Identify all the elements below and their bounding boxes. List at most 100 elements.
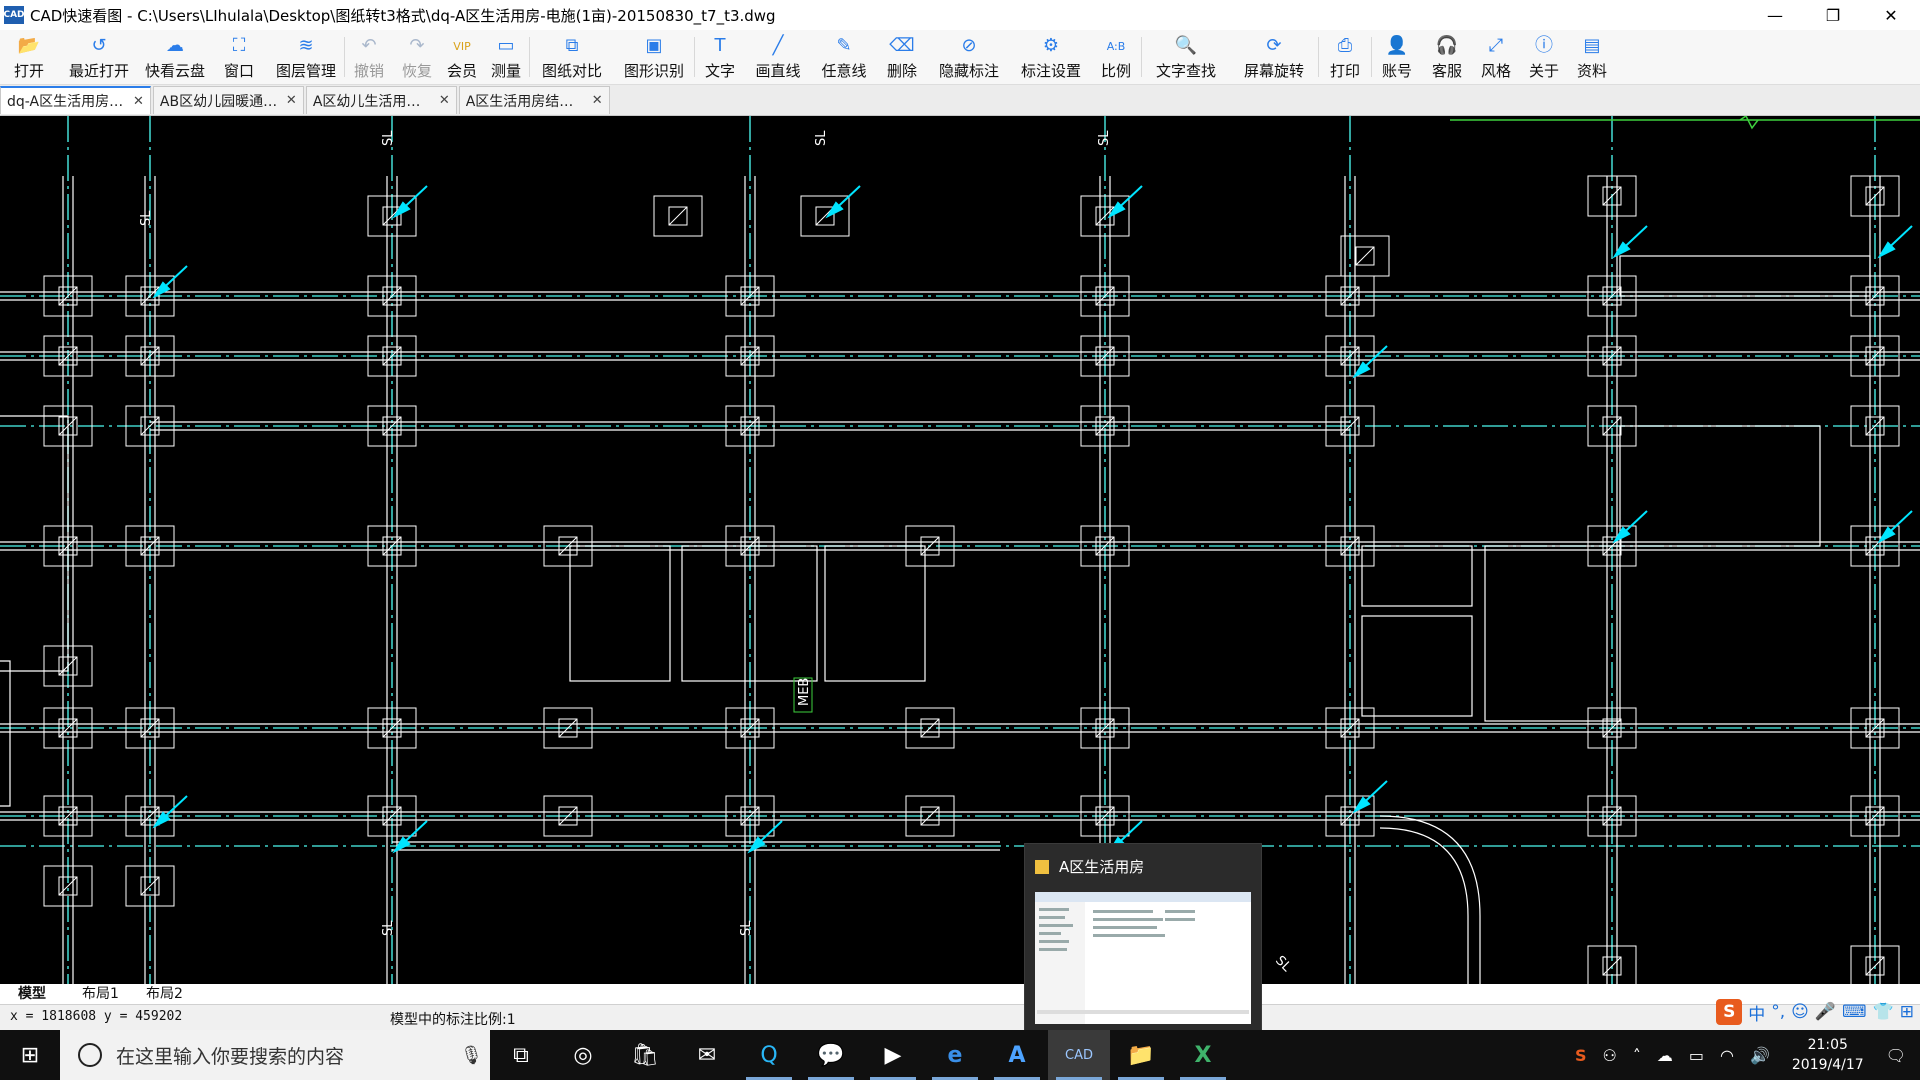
minimize-button[interactable]: — xyxy=(1746,0,1804,30)
toolbar-button-history[interactable]: ↺ 最近打开 xyxy=(58,30,140,84)
clock-date: 2019/4/17 xyxy=(1791,1057,1864,1073)
toolbar-button-vip[interactable]: VIP 会员 xyxy=(441,30,483,84)
browser-icon[interactable]: ◎ xyxy=(552,1030,614,1080)
cad-app-icon[interactable]: CAD xyxy=(1048,1030,1110,1080)
toolbar-button-cloud[interactable]: ☁ 快看云盘 xyxy=(140,30,210,84)
microphone-icon[interactable]: 🎙 xyxy=(460,1045,490,1066)
ime-item[interactable]: ⌨ xyxy=(1842,1002,1867,1022)
ime-item[interactable]: ☺ xyxy=(1791,1002,1809,1022)
volume-icon[interactable]: 🔊 xyxy=(1742,1046,1778,1065)
drawing-label: SL xyxy=(814,130,829,146)
toolbar-button-label: 打开 xyxy=(13,62,44,80)
restore-button[interactable]: ❐ xyxy=(1804,0,1862,30)
toolbar-button-headset[interactable]: 🎧 客服 xyxy=(1422,30,1472,84)
curved-wall xyxy=(1379,815,1481,984)
pencil-icon: ✎ xyxy=(836,35,852,56)
ime-item[interactable]: S xyxy=(1716,999,1743,1025)
toolbar-button-ruler[interactable]: ▭ 测量 xyxy=(483,30,529,84)
close-tab-icon[interactable]: ✕ xyxy=(133,94,144,109)
redo-icon: ↷ xyxy=(409,35,425,56)
toolbar-button-label: 账号 xyxy=(1381,62,1412,80)
toolbar-button-documents[interactable]: ▤ 资料 xyxy=(1568,30,1616,84)
toolbar-button-text[interactable]: T 文字 xyxy=(695,30,745,84)
toolbar-button-label: 标注设置 xyxy=(1020,62,1081,80)
close-button[interactable]: ✕ xyxy=(1862,0,1920,30)
mail-icon[interactable]: ✉ xyxy=(676,1030,738,1080)
toolbar-button-compare[interactable]: ⧉ 图纸对比 xyxy=(530,30,614,84)
toolbar-button-user[interactable]: 👤 账号 xyxy=(1372,30,1422,84)
toolbar-button-hide-annotation[interactable]: ⊘ 隐藏标注 xyxy=(927,30,1011,84)
toolbar-button-layers[interactable]: ≋ 图层管理 xyxy=(268,30,344,84)
toolbar-button-folder-open[interactable]: 📂 打开 xyxy=(0,30,58,84)
toolbar-button-style[interactable]: ⤢ 风格 xyxy=(1472,30,1520,84)
close-tab-icon[interactable]: ✕ xyxy=(439,93,450,108)
chevron-up-icon[interactable]: ˄ xyxy=(1625,1046,1649,1065)
document-tab[interactable]: A区幼儿生活用… ✕ xyxy=(305,86,457,114)
toolbar-button-line[interactable]: ╱ 画直线 xyxy=(745,30,811,84)
people-icon[interactable]: ⚇ xyxy=(1595,1046,1625,1065)
close-tab-icon[interactable]: ✕ xyxy=(592,93,603,108)
ime-item[interactable]: 中 xyxy=(1748,1000,1765,1025)
excel-icon[interactable]: X xyxy=(1172,1030,1234,1080)
a-app-icon[interactable]: A xyxy=(986,1030,1048,1080)
notification-icon[interactable]: 🗨 xyxy=(1878,1046,1920,1065)
toolbar-button-text-search[interactable]: 🔍 文字查找 xyxy=(1142,30,1230,84)
line-icon: ╱ xyxy=(772,35,784,56)
ruler-icon: ▭ xyxy=(497,35,515,56)
ime-item[interactable]: °, xyxy=(1771,1002,1785,1022)
document-tab[interactable]: dq-A区生活用房… ✕ xyxy=(0,86,151,114)
cad-drawing[interactable]: SL SL SL SL SL SL MEB SL xyxy=(0,116,1920,984)
layers-icon: ≋ xyxy=(298,35,314,56)
toolbar-button-window[interactable]: ⛶ 窗口 xyxy=(210,30,268,84)
cursor-coordinates: x = 1818608 y = 459202 xyxy=(10,1009,183,1024)
toolbar-button-undo[interactable]: ↶ 撤销 xyxy=(345,30,393,84)
layout-tab[interactable]: 布局1 xyxy=(72,984,129,1004)
store-icon[interactable]: 🛍 xyxy=(614,1030,676,1080)
headset-icon: 🎧 xyxy=(1435,35,1459,56)
preview-thumbnail[interactable] xyxy=(1035,892,1251,1024)
document-tab[interactable]: AB区幼儿园暖通… ✕ xyxy=(152,86,304,114)
sogou-tray-icon[interactable]: S xyxy=(1567,1046,1595,1065)
ime-item[interactable]: 👕 xyxy=(1873,1002,1894,1022)
wechat-icon[interactable]: 💬 xyxy=(800,1030,862,1080)
close-tab-icon[interactable]: ✕ xyxy=(286,93,297,108)
toolbar-button-label: 风格 xyxy=(1480,62,1511,80)
battery-icon[interactable]: ▭ xyxy=(1681,1046,1712,1065)
toolbar-button-info[interactable]: ⓘ 关于 xyxy=(1520,30,1568,84)
vip-icon: VIP xyxy=(453,39,471,53)
toolbar-button-annotation-settings[interactable]: ⚙ 标注设置 xyxy=(1011,30,1091,84)
printer-icon: ⎙ xyxy=(1337,35,1353,56)
annotation-settings-icon: ⚙ xyxy=(1042,35,1060,56)
drawing-label: SL xyxy=(1097,130,1112,146)
toolbar-button-pencil[interactable]: ✎ 任意线 xyxy=(811,30,877,84)
document-tab[interactable]: A区生活用房结… ✕ xyxy=(458,86,610,114)
toolbar-button-eraser[interactable]: ⌫ 删除 xyxy=(877,30,927,84)
layout-tab[interactable]: 模型 xyxy=(8,984,56,1004)
taskbar-thumbnail-preview[interactable]: A区生活用房 xyxy=(1024,843,1262,1033)
toolbar-button-label: 文字 xyxy=(704,62,735,80)
toolbar-button-label: 资料 xyxy=(1576,62,1607,80)
toolbar-button-label: 关于 xyxy=(1528,62,1559,80)
toolbar-button-printer[interactable]: ⎙ 打印 xyxy=(1319,30,1371,84)
layout-tab[interactable]: 布局2 xyxy=(136,984,193,1004)
toolbar-button-scale[interactable]: A:B 比例 xyxy=(1091,30,1141,84)
ime-item[interactable]: 🎤 xyxy=(1815,1002,1836,1022)
qq-icon[interactable]: Q xyxy=(738,1030,800,1080)
toolbar-button-label: 文字查找 xyxy=(1155,62,1216,80)
toolbar-button-rotate-screen[interactable]: ⟳ 屏幕旋转 xyxy=(1230,30,1318,84)
ime-item[interactable]: ⊞ xyxy=(1900,1002,1914,1022)
iqiyi-icon[interactable]: ▶ xyxy=(862,1030,924,1080)
drawing-canvas[interactable]: SL SL SL SL SL SL MEB SL xyxy=(0,116,1920,984)
taskbar-search-box[interactable]: 在这里输入你要搜索的内容 🎙 xyxy=(60,1030,490,1080)
wifi-icon[interactable]: ◠ xyxy=(1712,1046,1742,1065)
edge-icon[interactable]: e xyxy=(924,1030,986,1080)
start-button[interactable]: ⊞ xyxy=(0,1030,60,1080)
toolbar-button-label: 最近打开 xyxy=(68,62,129,80)
task-view-icon[interactable]: ⧉ xyxy=(490,1030,552,1080)
onedrive-icon[interactable]: ☁ xyxy=(1649,1046,1681,1065)
toolbar-button-redo[interactable]: ↷ 恢复 xyxy=(393,30,441,84)
toolbar-button-label: 测量 xyxy=(490,62,521,80)
clock[interactable]: 21:05 2019/4/17 xyxy=(1778,1035,1878,1075)
toolbar-button-shape-recognition[interactable]: ▣ 图形识别 xyxy=(614,30,694,84)
file-explorer-icon[interactable]: 📁 xyxy=(1110,1030,1172,1080)
